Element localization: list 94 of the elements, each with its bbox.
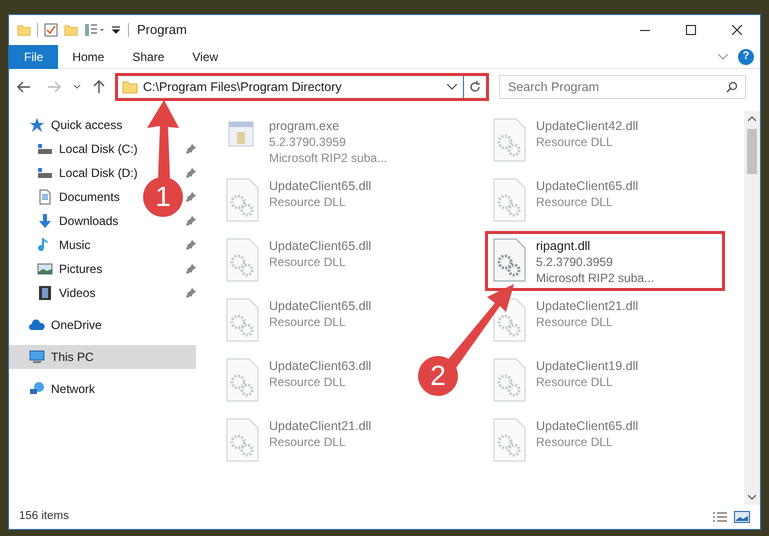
file-detail: Resource DLL xyxy=(269,434,347,450)
file-detail: Resource DLL xyxy=(269,254,347,270)
back-arrow-icon[interactable] xyxy=(17,81,31,93)
gears-file-icon xyxy=(225,298,259,342)
picture-icon xyxy=(37,261,53,277)
file-detail: Microsoft RIP2 suba... xyxy=(269,150,388,166)
file-name[interactable]: program.exe xyxy=(269,118,388,134)
ribbon-tab[interactable]: Home xyxy=(58,44,118,68)
file-name[interactable]: UpdateClient42.dll xyxy=(536,118,638,134)
drive-icon xyxy=(37,165,53,181)
address-bar[interactable]: C:\Program Files\Program Directory xyxy=(115,73,489,101)
file-name[interactable]: UpdateClient21.dll xyxy=(269,418,372,434)
file-name[interactable]: UpdateClient19.dll xyxy=(536,358,638,374)
nav-item[interactable]: This PC xyxy=(9,345,196,369)
chevron-down-icon[interactable] xyxy=(447,84,457,90)
file-name[interactable]: UpdateClient65.dll xyxy=(269,238,372,254)
file-name[interactable]: UpdateClient63.dll xyxy=(269,358,372,374)
pin-icon[interactable] xyxy=(186,240,196,250)
gears-file-icon xyxy=(492,238,526,282)
star-icon xyxy=(29,117,45,133)
network-icon xyxy=(29,381,45,397)
large-icons-view-icon[interactable] xyxy=(734,511,750,523)
nav-item[interactable]: Music xyxy=(9,233,94,257)
scroll-thumb[interactable] xyxy=(747,129,757,174)
cloud-icon xyxy=(29,317,45,333)
ribbon-tab[interactable]: Share xyxy=(118,44,178,68)
pin-icon[interactable] xyxy=(186,192,196,202)
nav-item[interactable]: Quick access xyxy=(9,113,196,137)
help-button[interactable]: ? xyxy=(738,48,754,64)
pin-icon[interactable] xyxy=(186,168,196,178)
nav-item[interactable]: Downloads xyxy=(9,209,122,233)
up-arrow-icon[interactable] xyxy=(93,80,105,94)
gears-file-icon xyxy=(492,178,526,222)
gears-file-icon xyxy=(225,178,259,222)
folder-icon xyxy=(17,23,31,37)
dropdown-icon[interactable] xyxy=(112,26,120,34)
nav-item[interactable]: Documents xyxy=(9,185,124,209)
gears-file-icon xyxy=(492,418,526,462)
file-detail: Resource DLL xyxy=(536,314,614,330)
file-name[interactable]: UpdateClient65.dll xyxy=(269,178,372,194)
recent-dropdown-icon[interactable] xyxy=(73,84,81,90)
file-detail: Resource DLL xyxy=(269,314,347,330)
ribbon-tab[interactable]: View xyxy=(178,44,232,68)
document-icon xyxy=(37,189,53,205)
maximize-icon xyxy=(686,25,696,35)
folder-icon xyxy=(64,23,78,37)
scroll-down-icon[interactable] xyxy=(748,495,756,500)
gears-file-icon xyxy=(492,118,526,162)
nav-item[interactable]: Videos xyxy=(9,281,100,305)
file-name[interactable]: UpdateClient65.dll xyxy=(536,178,638,194)
film-icon xyxy=(37,285,53,301)
nav-item[interactable]: Local Disk (C:) xyxy=(9,137,142,161)
scrollbar[interactable] xyxy=(744,111,760,505)
file-detail: Resource DLL xyxy=(269,374,347,390)
file-name[interactable]: ripagnt.dll xyxy=(536,238,654,254)
file-detail: 5.2.3790.3959 xyxy=(536,254,614,270)
file-detail: Resource DLL xyxy=(536,194,614,210)
window-title: Program xyxy=(137,21,187,40)
close-icon xyxy=(732,25,742,35)
scroll-up-icon[interactable] xyxy=(748,116,756,121)
nav-item[interactable]: Pictures xyxy=(9,257,106,281)
gears-file-icon xyxy=(225,238,259,282)
file-detail: Resource DLL xyxy=(536,434,614,450)
file-name[interactable]: UpdateClient65.dll xyxy=(536,418,638,434)
computer-icon xyxy=(29,349,45,365)
pin-icon[interactable] xyxy=(186,216,196,226)
address-path: C:\Program Files\Program Directory xyxy=(143,78,343,96)
drive-icon xyxy=(37,141,53,157)
pin-icon[interactable] xyxy=(186,264,196,274)
nav-item[interactable]: Network xyxy=(9,377,196,401)
search-icon xyxy=(726,81,738,93)
properties-icon[interactable] xyxy=(44,23,58,37)
refresh-icon[interactable] xyxy=(469,81,481,93)
file-detail: Resource DLL xyxy=(536,374,614,390)
file-detail: Microsoft RIP2 suba... xyxy=(536,270,654,286)
search-field[interactable]: Search Program xyxy=(499,75,746,99)
gears-file-icon xyxy=(225,418,259,462)
file-detail: Resource DLL xyxy=(536,134,614,150)
details-view-icon[interactable] xyxy=(712,511,728,523)
view-options-icon[interactable] xyxy=(84,23,106,37)
file-name[interactable]: UpdateClient21.dll xyxy=(536,298,638,314)
item-count: 156 items xyxy=(19,509,69,524)
ribbon-tab[interactable]: File xyxy=(9,44,58,68)
pin-icon[interactable] xyxy=(186,288,196,298)
folder-icon xyxy=(122,79,138,95)
file-detail: 5.2.3790.3959 xyxy=(269,134,347,150)
gears-file-icon xyxy=(225,358,259,402)
gears-file-icon xyxy=(492,358,526,402)
file-detail: Resource DLL xyxy=(269,194,347,210)
nav-item[interactable]: OneDrive xyxy=(9,313,196,337)
download-arrow-icon xyxy=(37,213,53,229)
nav-item[interactable]: Local Disk (D:) xyxy=(9,161,142,185)
file-name[interactable]: UpdateClient65.dll xyxy=(269,298,372,314)
pin-icon[interactable] xyxy=(186,144,196,154)
